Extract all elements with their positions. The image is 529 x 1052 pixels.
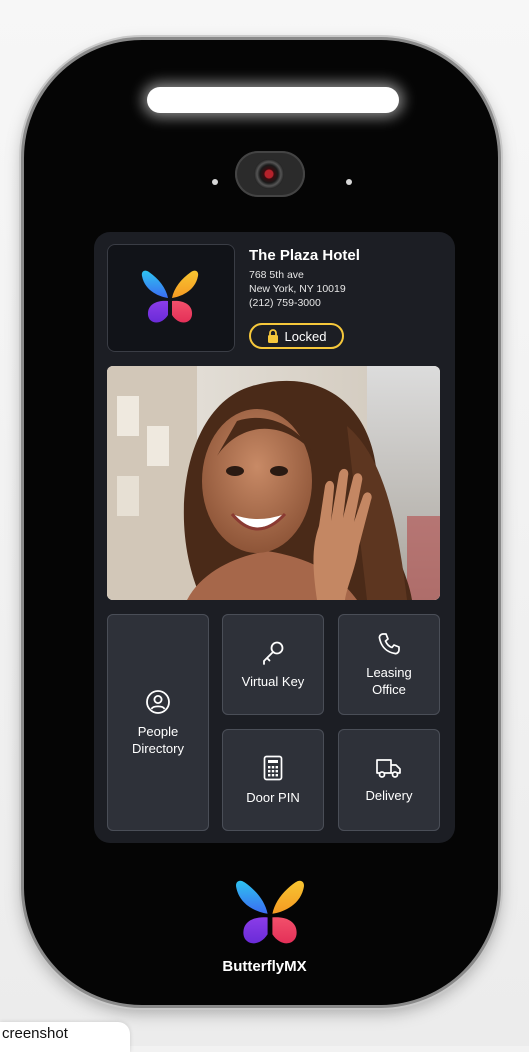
door-pin-label: Door PIN <box>246 789 300 805</box>
camera-icon <box>235 151 305 197</box>
building-name: The Plaza Hotel <box>249 247 360 264</box>
led-light-bar <box>147 87 399 113</box>
leasing-office-label: Leasing Office <box>366 664 412 697</box>
left-sensor <box>212 179 218 185</box>
delivery-label: Delivery <box>365 787 413 803</box>
leasing-office-button[interactable]: Leasing Office <box>338 614 440 715</box>
visitor-video-image <box>107 366 440 600</box>
virtual-key-button[interactable]: Virtual Key <box>222 614 324 715</box>
phone-number: (212) 759-3000 <box>249 297 321 309</box>
person-icon <box>146 689 170 714</box>
right-sensor <box>346 179 352 185</box>
truck-icon <box>376 758 401 778</box>
lock-icon <box>267 329 278 343</box>
door-pin-button[interactable]: Door PIN <box>222 729 324 831</box>
key-icon <box>263 641 284 665</box>
address-line2: New York, NY 10019 <box>249 283 346 295</box>
screenshot-caption: creenshot <box>0 1022 130 1052</box>
brand-butterfly-icon <box>236 880 304 944</box>
phone-icon <box>378 632 400 654</box>
video-feed <box>107 366 440 600</box>
lock-status-badge: Locked <box>249 323 344 349</box>
people-directory-button[interactable]: People Directory <box>107 614 209 831</box>
lock-status-label: Locked <box>284 328 327 344</box>
virtual-key-label: Virtual Key <box>241 674 305 689</box>
address-line1: 768 5th ave <box>249 269 304 281</box>
people-directory-label: People Directory <box>131 723 184 756</box>
brand-name: ButterflyMX <box>222 958 307 975</box>
keypad-icon <box>263 755 283 780</box>
delivery-button[interactable]: Delivery <box>338 729 440 831</box>
butterfly-logo-icon <box>141 270 199 323</box>
building-logo-tile <box>107 244 235 352</box>
